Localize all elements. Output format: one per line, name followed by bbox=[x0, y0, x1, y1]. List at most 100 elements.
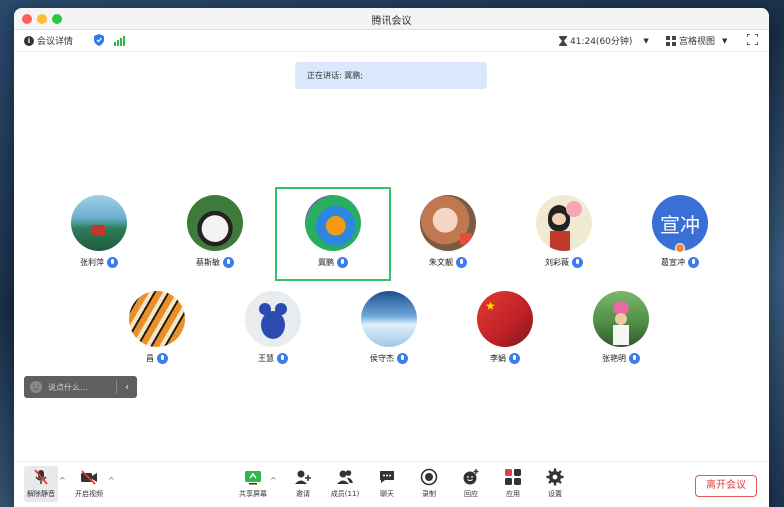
leave-meeting-button[interactable]: 离开会议 bbox=[695, 475, 757, 497]
participant-tile[interactable]: 蔡斯敏 bbox=[157, 189, 273, 283]
chat-placeholder[interactable]: 说点什么... bbox=[48, 382, 88, 393]
participant-tile[interactable]: 刘彩薇 bbox=[506, 189, 622, 283]
participant-tile[interactable]: 王慧 bbox=[215, 285, 331, 379]
mic-icon bbox=[107, 257, 118, 268]
reactions-button[interactable]: 回应 bbox=[454, 468, 488, 499]
invite-label: 邀请 bbox=[296, 490, 310, 498]
participant-tile[interactable]: 侯守杰 bbox=[331, 285, 447, 379]
share-screen-label: 共享屏幕 bbox=[239, 490, 267, 498]
participant-name: 张利萍 bbox=[80, 258, 104, 267]
window-title: 腾讯会议 bbox=[371, 16, 412, 27]
chat-quick-input[interactable]: 说点什么... ‹ bbox=[24, 376, 137, 398]
chevron-up-icon[interactable]: ^ bbox=[270, 476, 277, 485]
members-icon bbox=[337, 470, 353, 484]
participant-tile[interactable]: 张艳明 bbox=[563, 285, 679, 379]
participant-tile[interactable]: 朱文靓 bbox=[390, 189, 506, 283]
signal-icon bbox=[114, 36, 125, 46]
participant-tile[interactable]: 张利萍 bbox=[41, 189, 157, 283]
meeting-window: 腾讯会议 i 会议详情 41:24(60分钟) ▼ 宫格视图 ▼ 正在讲话: 冀… bbox=[14, 8, 769, 507]
avatar bbox=[536, 195, 592, 251]
share-screen-icon bbox=[245, 471, 261, 485]
participant-name: 昌 bbox=[146, 354, 154, 363]
meeting-timer[interactable]: 41:24(60分钟) ▼ bbox=[559, 34, 649, 47]
start-video-button[interactable]: 开启视频 bbox=[72, 468, 106, 499]
chat-icon bbox=[380, 471, 394, 483]
apps-button[interactable]: 应用 bbox=[496, 468, 530, 499]
participant-name: 侯守杰 bbox=[370, 354, 394, 363]
security-button[interactable] bbox=[94, 34, 104, 46]
chevron-down-icon: ▼ bbox=[722, 36, 728, 45]
apps-label: 应用 bbox=[506, 490, 520, 498]
invite-button[interactable]: 邀请 bbox=[286, 468, 320, 499]
participant-tile[interactable]: ★ 李娟 bbox=[447, 285, 563, 379]
avatar bbox=[187, 195, 243, 251]
mic-icon bbox=[223, 257, 234, 268]
apps-icon bbox=[505, 469, 521, 485]
view-mode-button[interactable]: 宫格视图 ▼ bbox=[666, 34, 727, 47]
mic-muted-icon bbox=[34, 469, 48, 485]
mic-icon bbox=[397, 353, 408, 364]
network-signal[interactable] bbox=[114, 36, 125, 46]
record-button[interactable]: 录制 bbox=[412, 468, 446, 499]
avatar bbox=[245, 291, 301, 347]
meeting-info-button[interactable]: i 会议详情 bbox=[24, 34, 73, 47]
camera-off-icon bbox=[81, 470, 97, 485]
fullscreen-icon bbox=[747, 34, 758, 45]
mic-icon bbox=[509, 353, 520, 364]
record-icon bbox=[420, 468, 438, 486]
reaction-icon bbox=[463, 469, 479, 485]
mic-icon bbox=[157, 353, 168, 364]
chevron-up-icon[interactable]: ^ bbox=[108, 476, 115, 485]
participant-name: 葛宣冲 bbox=[661, 258, 685, 267]
record-label: 录制 bbox=[422, 490, 436, 498]
participant-tile[interactable]: 宣冲 葛宣冲 bbox=[622, 189, 738, 283]
unmute-label: 解除静音 bbox=[27, 490, 55, 498]
avatar: ★ bbox=[477, 291, 533, 347]
mic-icon bbox=[337, 257, 348, 268]
info-icon: i bbox=[24, 35, 34, 46]
settings-label: 设置 bbox=[548, 490, 562, 498]
participant-name: 王慧 bbox=[258, 354, 274, 363]
chevron-left-icon[interactable]: ‹ bbox=[117, 382, 137, 393]
mic-icon bbox=[572, 257, 583, 268]
participant-name: 刘彩薇 bbox=[545, 258, 569, 267]
members-label: 成员(11) bbox=[330, 490, 360, 498]
mic-icon bbox=[629, 353, 640, 364]
start-video-label: 开启视频 bbox=[75, 490, 103, 498]
grid-view-icon bbox=[666, 35, 676, 46]
participant-name: 朱文靓 bbox=[429, 258, 453, 267]
share-screen-button[interactable]: 共享屏幕 bbox=[236, 468, 270, 499]
meeting-toolbar: i 会议详情 41:24(60分钟) ▼ 宫格视图 ▼ bbox=[14, 30, 769, 52]
reactions-label: 回应 bbox=[464, 490, 478, 498]
avatar bbox=[361, 291, 417, 347]
timer-text: 41:24(60分钟) bbox=[570, 37, 633, 47]
smile-icon[interactable] bbox=[30, 381, 42, 393]
fullscreen-button[interactable] bbox=[747, 34, 758, 45]
chat-button[interactable]: 聊天 bbox=[370, 468, 404, 499]
title-bar: 腾讯会议 bbox=[14, 8, 769, 30]
participant-name: 冀鹏 bbox=[318, 258, 334, 267]
mic-icon bbox=[277, 353, 288, 364]
chevron-up-icon[interactable]: ^ bbox=[59, 476, 66, 485]
participant-name: 张艳明 bbox=[602, 354, 626, 363]
avatar: 宣冲 bbox=[652, 195, 708, 253]
settings-button[interactable]: 设置 bbox=[538, 468, 572, 499]
view-mode-label: 宫格视图 bbox=[679, 37, 716, 47]
meeting-info-label: 会议详情 bbox=[37, 37, 74, 47]
meeting-control-bar: 解除静音 ^ 开启视频 ^ 共享屏幕 ^ 邀请 成员(11) 聊天 录制 回应 … bbox=[14, 461, 769, 507]
participant-name: 李娟 bbox=[490, 354, 506, 363]
chat-label: 聊天 bbox=[380, 490, 394, 498]
avatar bbox=[593, 291, 649, 347]
invite-icon bbox=[295, 470, 311, 484]
speaking-indicator: 正在讲话: 冀鹏; bbox=[295, 62, 487, 89]
members-button[interactable]: 成员(11) bbox=[328, 468, 362, 499]
participant-tile[interactable]: 昌 bbox=[99, 285, 215, 379]
avatar bbox=[305, 195, 361, 251]
hourglass-icon bbox=[559, 35, 567, 46]
mic-icon bbox=[688, 257, 699, 268]
avatar bbox=[129, 291, 185, 347]
gear-icon bbox=[546, 468, 564, 486]
participant-tile-active-speaker[interactable]: 冀鹏 bbox=[275, 187, 391, 281]
unmute-button[interactable]: 解除静音 bbox=[24, 466, 58, 502]
avatar bbox=[420, 195, 476, 251]
